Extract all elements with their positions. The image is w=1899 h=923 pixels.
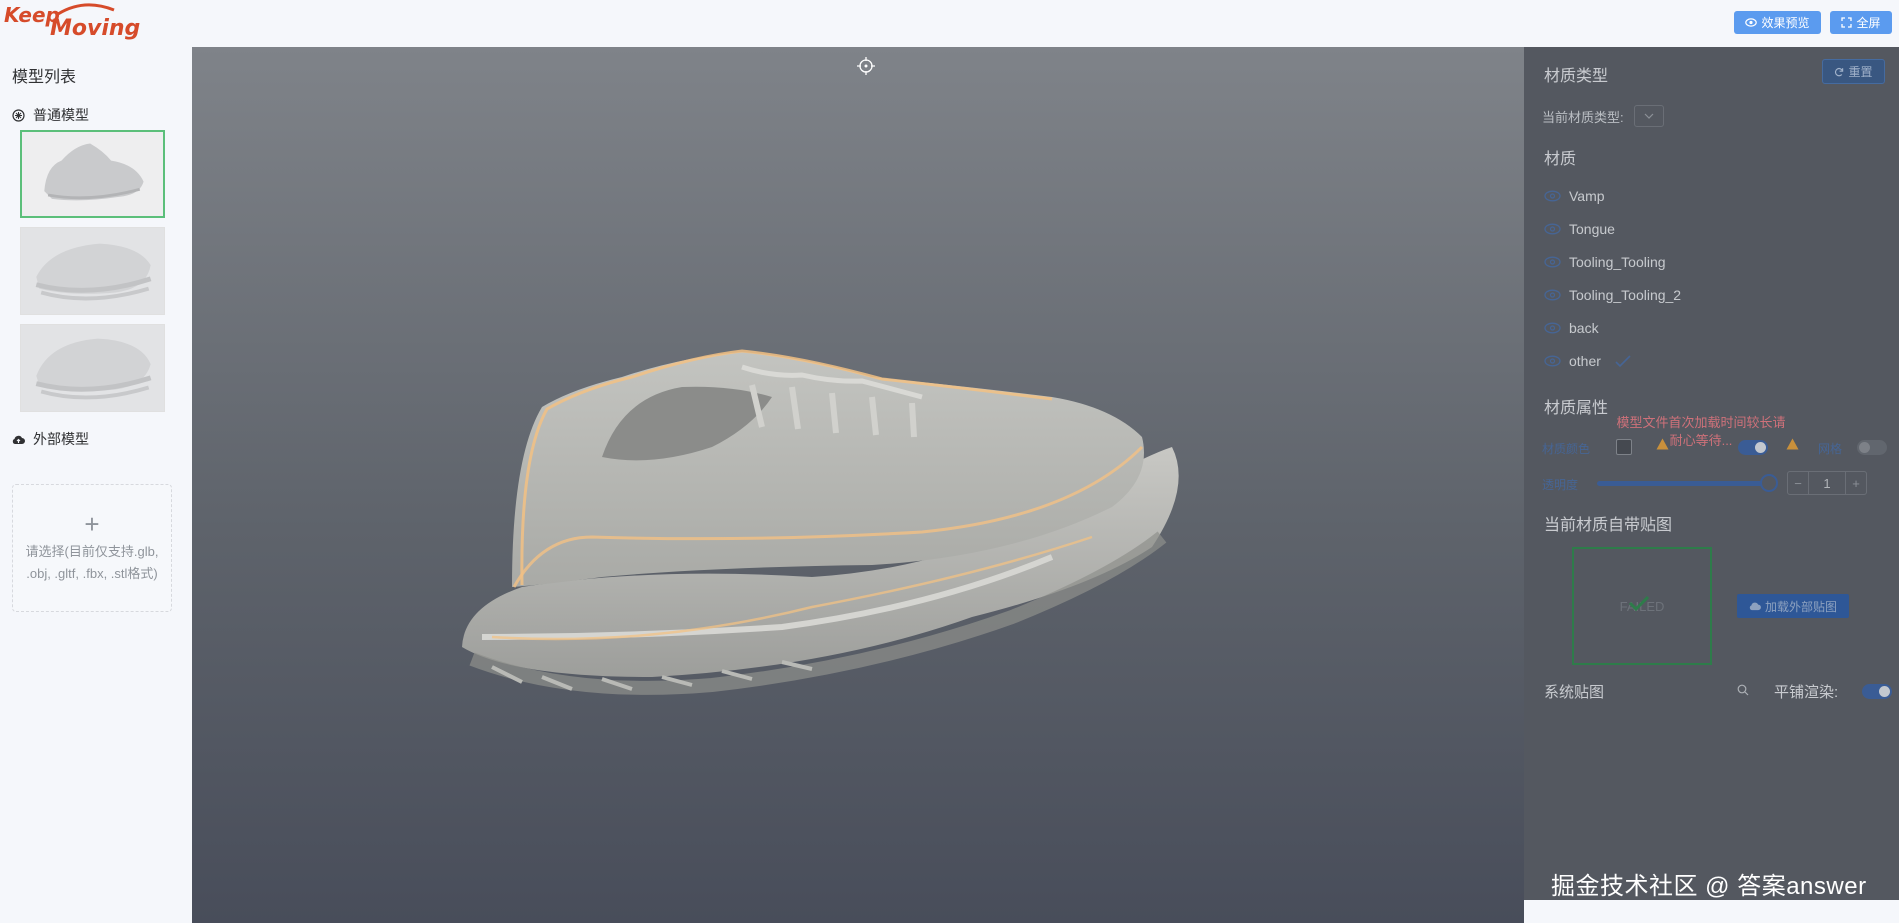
decrement-button[interactable]: − xyxy=(1788,472,1808,494)
plus-icon: + xyxy=(84,509,100,539)
opacity-label: 透明度 xyxy=(1542,478,1579,492)
bottom-strip xyxy=(1524,900,1899,923)
eye-icon xyxy=(1745,18,1758,27)
eye-icon[interactable] xyxy=(1544,190,1561,202)
material-item-label: other xyxy=(1569,353,1601,369)
material-color-picker[interactable] xyxy=(1616,439,1632,455)
common-models-label: 普通模型 xyxy=(33,107,89,123)
opacity-stepper[interactable]: − 1 + xyxy=(1787,471,1867,495)
material-item-back[interactable]: back xyxy=(1544,318,1599,338)
common-models-section[interactable]: 普通模型 xyxy=(12,105,89,125)
refresh-icon xyxy=(1835,67,1844,76)
warning-icon xyxy=(1656,438,1669,450)
eye-icon[interactable] xyxy=(1544,289,1561,301)
shoe-thumbnail-image xyxy=(44,143,144,201)
wireframe-toggle[interactable] xyxy=(1738,440,1768,455)
material-item-vamp[interactable]: Vamp xyxy=(1544,186,1605,206)
external-models-label: 外部模型 xyxy=(33,431,89,447)
material-item-tooling[interactable]: Tooling_Tooling xyxy=(1544,252,1666,272)
eye-icon[interactable] xyxy=(1544,223,1561,235)
check-icon xyxy=(1628,595,1650,611)
mesh-label: 网格 xyxy=(1818,442,1843,456)
current-material-type-row: 当前材质类型: xyxy=(1542,105,1664,127)
model-thumbnail-2[interactable] xyxy=(20,227,165,315)
material-properties-title: 材质属性 xyxy=(1544,400,1609,417)
opacity-slider-track[interactable] xyxy=(1597,481,1767,486)
model-list-panel: 模型列表 普通模型 外部模型 + 请选择(目前仅支持.glb, .obj, .g… xyxy=(0,47,192,923)
system-texture-row: 系统贴图 平铺渲染: xyxy=(1544,681,1892,703)
eye-icon[interactable] xyxy=(1544,355,1561,367)
cloud-upload-icon xyxy=(12,435,25,444)
load-external-texture-button[interactable]: 加载外部贴图 xyxy=(1737,594,1849,618)
material-item-tongue[interactable]: Tongue xyxy=(1544,219,1615,239)
external-models-section[interactable]: 外部模型 xyxy=(12,429,89,449)
material-color-label: 材质颜色 xyxy=(1542,442,1591,456)
model-upload-area[interactable]: + 请选择(目前仅支持.glb, .obj, .gltf, .fbx, .stl… xyxy=(12,484,172,612)
eye-icon[interactable] xyxy=(1544,322,1561,334)
material-item-label: Tooling_Tooling_2 xyxy=(1569,287,1682,303)
watermark: 掘金技术社区 @ 答案answer xyxy=(1551,873,1867,900)
shoe-model[interactable] xyxy=(452,337,1222,757)
texture-title: 当前材质自带贴图 xyxy=(1544,517,1673,534)
opacity-value[interactable]: 1 xyxy=(1808,472,1846,494)
fullscreen-button[interactable]: 全屏 xyxy=(1830,11,1892,34)
material-item-label: back xyxy=(1569,320,1599,336)
logo-line-2: Moving xyxy=(50,16,141,41)
opacity-row: 透明度 − 1 + xyxy=(1542,471,1887,495)
reset-button[interactable]: 重置 xyxy=(1822,59,1885,84)
eye-icon[interactable] xyxy=(1544,256,1561,268)
material-item-label: Tooling_Tooling xyxy=(1569,254,1666,270)
material-type-title: 材质类型 xyxy=(1544,68,1609,85)
material-item-label: Tongue xyxy=(1569,221,1615,237)
warning-icon xyxy=(1786,438,1799,450)
mesh-toggle[interactable] xyxy=(1857,440,1887,455)
chevron-down-icon xyxy=(1644,113,1654,119)
material-item-other[interactable]: other xyxy=(1544,351,1631,371)
logo: Keep Moving xyxy=(4,2,144,44)
shoe-thumbnail-image xyxy=(35,243,152,301)
current-texture-preview[interactable]: FAILED xyxy=(1572,547,1712,665)
fullscreen-icon xyxy=(1841,17,1853,28)
material-panel: 材质类型 重置 当前材质类型: 材质 Vamp Tongue Tooling_T… xyxy=(1524,47,1899,900)
cloud-upload-icon xyxy=(1749,602,1761,611)
reset-button-label: 重置 xyxy=(1848,65,1873,79)
model-list-title: 模型列表 xyxy=(12,69,77,86)
material-property-row: 材质颜色 网格 xyxy=(1542,437,1887,459)
tile-render-label: 平铺渲染: xyxy=(1774,684,1839,701)
check-icon xyxy=(1615,355,1631,367)
crosshair-icon[interactable] xyxy=(857,57,875,75)
top-bar: Keep Moving 效果预览 全屏 xyxy=(0,0,1899,47)
3d-viewport[interactable] xyxy=(192,47,1524,923)
increment-button[interactable]: + xyxy=(1846,472,1866,494)
fullscreen-button-label: 全屏 xyxy=(1856,16,1881,30)
materials-title: 材质 xyxy=(1544,151,1577,168)
material-item-label: Vamp xyxy=(1569,188,1605,204)
load-texture-label: 加载外部贴图 xyxy=(1764,599,1837,614)
upload-tip: 请选择(目前仅支持.glb, .obj, .gltf, .fbx, .stl格式… xyxy=(25,544,159,581)
model-thumbnail-3[interactable] xyxy=(20,324,165,412)
opacity-slider-handle[interactable] xyxy=(1760,474,1778,492)
current-type-label: 当前材质类型: xyxy=(1542,109,1624,125)
preview-button-label: 效果预览 xyxy=(1761,16,1810,30)
preview-button[interactable]: 效果预览 xyxy=(1734,11,1821,34)
model-thumbnail-1[interactable] xyxy=(20,130,165,218)
atom-icon xyxy=(12,108,25,122)
material-type-select[interactable] xyxy=(1633,105,1664,127)
system-texture-label: 系统贴图 xyxy=(1544,684,1605,701)
logo-swoosh-icon xyxy=(57,3,115,16)
shoe-thumbnail-image xyxy=(35,338,152,400)
tile-render-toggle[interactable] xyxy=(1862,684,1892,699)
search-icon[interactable] xyxy=(1737,684,1749,696)
material-item-tooling-2[interactable]: Tooling_Tooling_2 xyxy=(1544,285,1681,305)
